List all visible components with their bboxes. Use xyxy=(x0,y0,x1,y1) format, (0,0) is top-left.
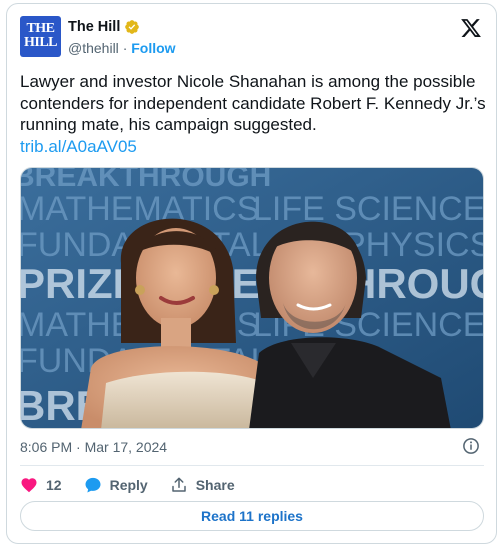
account-name-line[interactable]: The Hill xyxy=(68,19,140,35)
share-label: Share xyxy=(195,477,235,493)
reply-bubble-icon xyxy=(85,477,101,493)
reply-label: Reply xyxy=(109,477,148,493)
heart-icon xyxy=(21,478,37,493)
separator-dot: · xyxy=(122,40,128,56)
share-icon xyxy=(171,477,186,492)
account-handle-line: @thehill · Follow xyxy=(68,40,176,56)
follow-button[interactable]: Follow xyxy=(131,40,175,56)
reply-button[interactable]: Reply xyxy=(84,476,148,494)
read-replies-button[interactable]: Read 11 replies xyxy=(20,501,484,531)
account-name[interactable]: The Hill xyxy=(68,19,120,35)
tweet-text-block: Lawyer and investor Nicole Shanahan is a… xyxy=(20,71,490,157)
tweet-card: THE HILL The Hill @thehill · Follow Lawy… xyxy=(6,3,497,544)
tweet-timestamp[interactable]: 8:06 PM · Mar 17, 2024 xyxy=(20,439,167,455)
backdrop-word: MATHEMATICS xyxy=(21,190,259,228)
backdrop-word: LIFE SCIENCES xyxy=(253,190,484,228)
info-icon[interactable] xyxy=(462,437,480,455)
tweet-text: Lawyer and investor Nicole Shanahan is a… xyxy=(20,72,486,134)
x-logo-icon[interactable] xyxy=(460,17,482,39)
logo-text-top: THE xyxy=(26,21,55,36)
tweet-photo[interactable]: BREAKTHROUGH MATHEMATICS LIFE SCIENCES F… xyxy=(20,167,484,429)
account-handle[interactable]: @thehill xyxy=(68,40,119,56)
the-hill-logo-avatar[interactable]: THE HILL xyxy=(20,16,61,57)
tweet-link[interactable]: trib.al/A0aAV05 xyxy=(20,136,490,158)
backdrop-word: PHYSICS xyxy=(343,226,484,264)
logo-text-bottom: HILL xyxy=(23,35,58,50)
verified-badge-icon xyxy=(125,20,140,34)
like-button[interactable]: 12 xyxy=(20,476,62,494)
divider xyxy=(20,465,484,466)
like-count: 12 xyxy=(46,477,62,493)
action-bar: 12 Reply Share xyxy=(20,474,257,496)
tweet-header: THE HILL The Hill @thehill · Follow xyxy=(20,15,484,59)
photo-canvas: BREAKTHROUGH MATHEMATICS LIFE SCIENCES F… xyxy=(21,168,484,428)
share-button[interactable]: Share xyxy=(170,476,235,494)
